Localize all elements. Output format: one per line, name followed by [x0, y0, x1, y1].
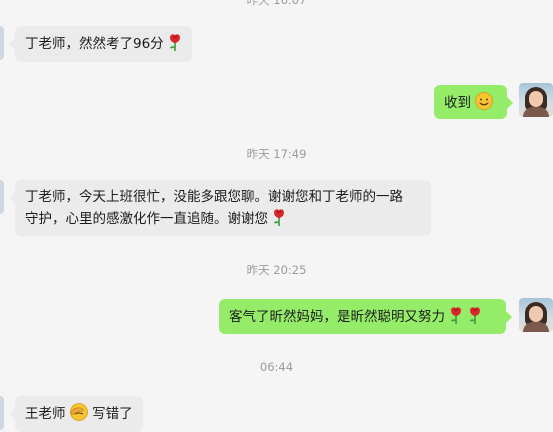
message-text-line: 丁老师，今天上班很忙，没能多跟您聊。谢谢您和丁老师的一路: [25, 189, 403, 205]
my-avatar[interactable]: [519, 298, 553, 332]
message-text: 丁老师，然然考了96分: [25, 36, 164, 52]
rose-icon: [469, 307, 480, 324]
timestamp: 06:44: [259, 360, 294, 374]
timestamp-top: 昨天 16:07: [246, 0, 307, 7]
facepalm-icon: [69, 403, 88, 421]
avatar-body: [523, 107, 549, 117]
message-outgoing[interactable]: 收到: [434, 85, 513, 119]
rose-icon: [274, 209, 285, 226]
message-text: 王老师: [25, 406, 66, 422]
message-incoming[interactable]: 丁老师，今天上班很忙，没能多跟您聊。谢谢您和丁老师的一路 守护，心里的感激化作一…: [9, 180, 431, 236]
message-text: 写错了: [92, 406, 133, 422]
contact-avatar[interactable]: [0, 396, 4, 430]
timestamp: 昨天 17:49: [246, 147, 307, 161]
rose-icon: [451, 307, 462, 324]
my-avatar[interactable]: [519, 83, 553, 117]
avatar-body: [523, 322, 549, 332]
contact-avatar[interactable]: [0, 26, 4, 60]
message-incoming[interactable]: 丁老师，然然考了96分: [9, 26, 192, 62]
rose-icon: [169, 34, 180, 51]
message-text-line: 守护，心里的感激化作一直追随。谢谢您: [25, 208, 421, 230]
message-text: 客气了昕然妈妈，是昕然聪明又努力: [229, 309, 445, 325]
message-text: 守护，心里的感激化作一直追随。谢谢您: [25, 211, 268, 227]
message-text: 收到: [444, 95, 471, 111]
avatar-face: [529, 306, 543, 322]
smile-icon: [475, 92, 494, 110]
message-outgoing[interactable]: 客气了昕然妈妈，是昕然聪明又努力: [219, 299, 512, 334]
avatar-face: [529, 91, 543, 107]
contact-avatar[interactable]: [0, 180, 4, 214]
timestamp: 昨天 20:25: [246, 263, 307, 277]
